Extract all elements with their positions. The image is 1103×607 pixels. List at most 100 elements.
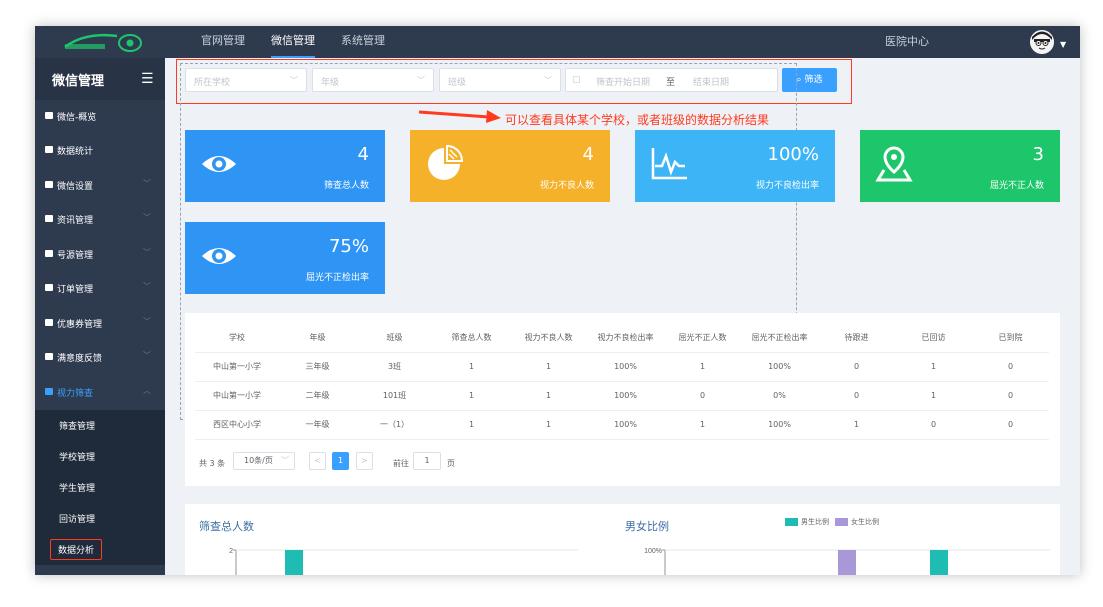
annotation-text: 可以查看具体某个学校，或者班级的数据分析结果 xyxy=(505,113,770,127)
top-navbar: 官网管理 微信管理 系统管理 医院中心 ▼ xyxy=(35,26,1080,58)
tab-website[interactable]: 官网管理 xyxy=(201,26,245,58)
pie-chart-icon xyxy=(428,144,464,180)
table-cell: 100% xyxy=(587,352,664,382)
table-cell: 0 xyxy=(818,381,895,411)
menu-icon xyxy=(45,181,53,188)
column-header[interactable]: 视力不良人数 xyxy=(510,323,587,353)
chevron-down-icon: ﹀ xyxy=(143,317,151,326)
column-header[interactable]: 班级 xyxy=(356,323,433,353)
table-row[interactable]: 中山第一小学 三年级 3班 1 1 100% 1 100% 0 1 0 xyxy=(195,352,1049,382)
sidebar-subitem-label: 学生管理 xyxy=(59,484,96,494)
table-row[interactable]: 中山第一小学 二年级 101班 1 1 100% 0 0% 0 1 0 xyxy=(195,381,1049,411)
analysis-table: 学校 年级 班级 筛查总人数 视力不良人数 视力不良检出率 屈光不正人数 屈光不… xyxy=(195,323,1049,440)
user-avatar[interactable] xyxy=(1030,30,1054,54)
table-cell: 1 xyxy=(510,352,587,382)
table-cell: 0 xyxy=(972,381,1049,411)
table-header-row: 学校 年级 班级 筛查总人数 视力不良人数 视力不良检出率 屈光不正人数 屈光不… xyxy=(195,323,1049,353)
table-cell: 1 xyxy=(433,381,510,411)
bar-male-ratio xyxy=(930,550,948,575)
sidebar-item-label: 订单管理 xyxy=(57,285,94,295)
table-row[interactable]: 西区中心小学 一年级 一（1） 1 1 100% 1 100% 1 0 0 xyxy=(195,410,1049,440)
goto-page-input[interactable]: 1 xyxy=(413,452,441,470)
data-table-panel: 学校 年级 班级 筛查总人数 视力不良人数 视力不良检出率 屈光不正人数 屈光不… xyxy=(185,313,1060,486)
next-page-button[interactable]: > xyxy=(356,452,373,470)
prev-page-button[interactable]: < xyxy=(309,452,326,470)
column-header[interactable]: 屈光不正检出率 xyxy=(741,323,818,353)
table-cell: 0% xyxy=(741,381,818,411)
sidebar-item-label: 微信设置 xyxy=(57,182,94,192)
table-cell: 中山第一小学 xyxy=(195,352,279,382)
table-cell: 一年级 xyxy=(279,410,356,440)
hamburger-menu-icon[interactable]: ☰ xyxy=(141,71,154,87)
column-header[interactable]: 筛查总人数 xyxy=(433,323,510,353)
sidebar-item-label: 视力筛查 xyxy=(57,389,94,399)
sidebar-subitem-followup[interactable]: 回访管理 xyxy=(35,503,165,534)
app-window: 官网管理 微信管理 系统管理 医院中心 ▼ 微信管理 ☰ 微信-概览 数据统计 … xyxy=(35,26,1080,575)
chevron-down-icon: ﹀ xyxy=(143,213,151,222)
eye-icon xyxy=(202,248,236,264)
sidebar-item-wechat-settings[interactable]: 微信设置 ﹀ xyxy=(35,169,165,203)
column-header[interactable]: 年级 xyxy=(279,323,356,353)
table-cell: 100% xyxy=(741,410,818,440)
sidebar-item-news[interactable]: 资讯管理 ﹀ xyxy=(35,203,165,237)
table-cell: 1 xyxy=(433,352,510,382)
stat-card-refractive-rate: 75% 屈光不正检出率 xyxy=(185,222,385,294)
sidebar-subitem-students[interactable]: 学生管理 xyxy=(35,472,165,503)
column-header[interactable]: 已回访 xyxy=(895,323,972,353)
menu-icon xyxy=(45,146,53,153)
sidebar-title: 微信管理 xyxy=(52,74,105,89)
sidebar-item-coupons[interactable]: 优惠券管理 ﹀ xyxy=(35,307,165,341)
sidebar-item-label: 号源管理 xyxy=(57,251,94,261)
stat-card-poor-vision-rate: 100% 视力不良检出率 xyxy=(635,130,835,202)
stat-card-total-screened: 4 筛查总人数 xyxy=(185,130,385,202)
sidebar-item-vision-screening[interactable]: 视力筛查 ︿ xyxy=(35,376,165,410)
sidebar-item-satisfaction[interactable]: 满意度反馈 ﹀ xyxy=(35,341,165,375)
menu-icon xyxy=(45,388,53,395)
menu-icon xyxy=(45,250,53,257)
menu-icon xyxy=(45,353,53,360)
sidebar-subitem-schools[interactable]: 学校管理 xyxy=(35,441,165,472)
stat-label: 视力不良人数 xyxy=(539,181,594,191)
table-cell: 0 xyxy=(664,381,741,411)
column-header[interactable]: 学校 xyxy=(195,323,279,353)
annotation-arrow-icon xyxy=(418,110,501,123)
table-cell: 二年级 xyxy=(279,381,356,411)
sidebar-item-orders[interactable]: 订单管理 ﹀ xyxy=(35,272,165,306)
table-cell: 100% xyxy=(741,352,818,382)
table-cell: 100% xyxy=(587,381,664,411)
stat-card-refractive-count: 3 屈光不正人数 xyxy=(860,130,1060,202)
chart-gender-ratio: 100% xyxy=(644,548,1050,575)
menu-icon xyxy=(45,215,53,222)
map-pin-icon xyxy=(875,146,913,182)
hospital-center-link[interactable]: 医院中心 xyxy=(885,26,929,58)
column-header[interactable]: 视力不良检出率 xyxy=(587,323,664,353)
menu-icon xyxy=(45,112,53,119)
menu-icon xyxy=(45,284,53,291)
tab-wechat[interactable]: 微信管理 xyxy=(271,26,315,58)
table-cell: 0 xyxy=(972,352,1049,382)
bar-female-ratio xyxy=(838,550,856,575)
column-header[interactable]: 待跟进 xyxy=(818,323,895,353)
sidebar-subitem-screening[interactable]: 筛查管理 xyxy=(35,410,165,441)
column-header[interactable]: 屈光不正人数 xyxy=(664,323,741,353)
page-1-button[interactable]: 1 xyxy=(332,452,349,470)
stat-label: 筛查总人数 xyxy=(323,181,369,191)
brand-logo[interactable] xyxy=(35,26,165,58)
column-header[interactable]: 已到院 xyxy=(972,323,1049,353)
table-cell: 1 xyxy=(510,381,587,411)
stat-value: 100% xyxy=(767,144,819,165)
tab-system[interactable]: 系统管理 xyxy=(341,26,385,58)
sidebar-item-label: 微信-概览 xyxy=(57,113,97,123)
sidebar-item-wechat-overview[interactable]: 微信-概览 xyxy=(35,100,165,134)
sidebar-item-label: 满意度反馈 xyxy=(57,354,103,364)
avatar-caret-icon[interactable]: ▼ xyxy=(1060,40,1066,49)
pulse-chart-icon xyxy=(651,148,687,180)
sidebar-item-data-stats[interactable]: 数据统计 xyxy=(35,134,165,168)
page-size-select[interactable]: 10条/页 ﹀ xyxy=(233,452,295,470)
bar-total-screened xyxy=(285,550,303,575)
table-cell: 一（1） xyxy=(356,410,433,440)
table-cell: 0 xyxy=(818,352,895,382)
sidebar-item-appointment-source[interactable]: 号源管理 ﹀ xyxy=(35,238,165,272)
chevron-down-icon: ﹀ xyxy=(143,282,151,291)
sidebar-subitem-data-analysis[interactable]: 数据分析 xyxy=(35,534,165,565)
